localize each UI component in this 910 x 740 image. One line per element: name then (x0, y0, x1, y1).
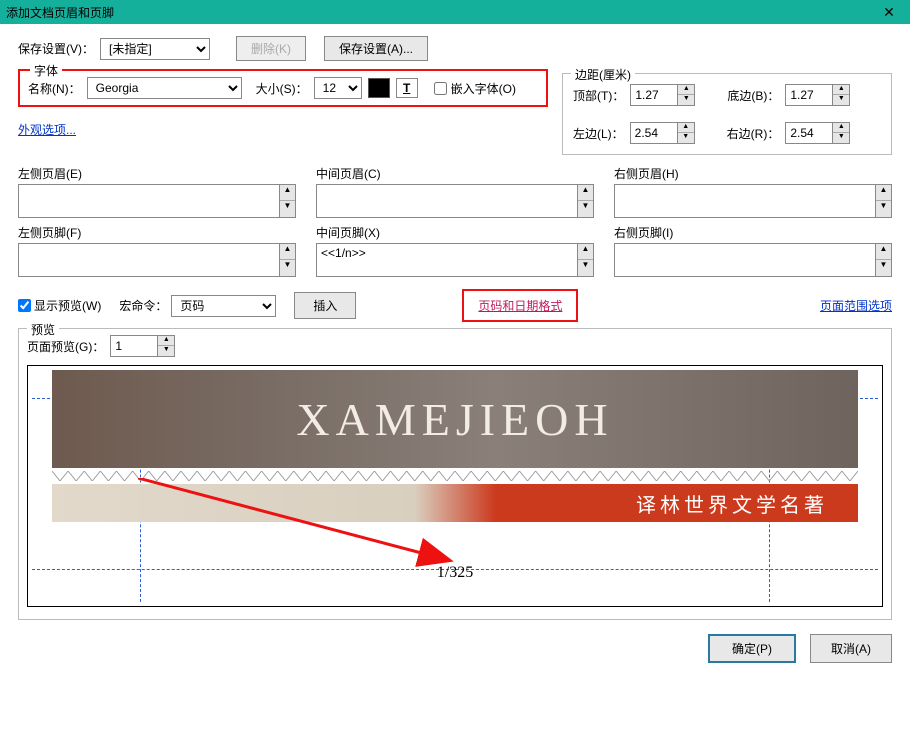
embed-font-checkbox[interactable] (434, 82, 447, 95)
page-date-format-link[interactable]: 页码和日期格式 (478, 299, 562, 313)
margin-left-input[interactable] (630, 122, 678, 144)
margin-bottom-label: 底边(B)： (727, 87, 779, 104)
cancel-button[interactable]: 取消(A) (810, 634, 892, 663)
font-legend: 字体 (30, 62, 62, 79)
macro-select[interactable]: 页码 (171, 295, 276, 317)
left-footer-label: 左侧页脚(F) (18, 224, 296, 241)
preview-page-number: 1/325 (28, 564, 882, 582)
show-preview-label: 显示预览(W) (34, 297, 101, 314)
preview-strip: 译林世界文学名著 (52, 484, 858, 522)
titlebar: 添加文档页眉和页脚 ✕ (0, 0, 910, 24)
margin-right-label: 右边(R)： (727, 125, 780, 142)
spin-up-icon[interactable]: ▲ (678, 123, 694, 133)
margin-legend: 边距(厘米) (571, 66, 635, 83)
scroll-down-icon[interactable]: ▼ (876, 201, 891, 217)
page-range-options-link[interactable]: 页面范围选项 (820, 297, 892, 314)
window-title: 添加文档页眉和页脚 (6, 4, 114, 21)
font-group-highlight: 字体 名称(N)： Georgia 大小(S)： 12 T 嵌入字体(O) (18, 69, 548, 107)
preview-chinese-text: 译林世界文学名著 (636, 489, 828, 518)
font-name-label: 名称(N)： (28, 80, 81, 97)
appearance-options-link[interactable]: 外观选项... (18, 123, 76, 137)
scroll-down-icon[interactable]: ▼ (578, 260, 593, 276)
spin-up-icon[interactable]: ▲ (833, 123, 849, 133)
font-name-select[interactable]: Georgia (87, 77, 242, 99)
macro-label: 宏命令： (119, 297, 167, 314)
page-preview-label: 页面预览(G)： (27, 338, 104, 355)
left-header-label: 左侧页眉(E) (18, 165, 296, 182)
margin-top-input[interactable] (630, 84, 678, 106)
scroll-up-icon[interactable]: ▲ (280, 244, 295, 260)
page-preview-input[interactable] (110, 335, 158, 357)
insert-button[interactable]: 插入 (294, 292, 356, 319)
right-header-input[interactable] (614, 184, 876, 218)
save-settings-select[interactable]: [未指定] (100, 38, 210, 60)
scroll-up-icon[interactable]: ▲ (876, 244, 891, 260)
scroll-up-icon[interactable]: ▲ (578, 244, 593, 260)
page-date-format-highlight: 页码和日期格式 (462, 289, 578, 322)
center-footer-label: 中间页脚(X) (316, 224, 594, 241)
preview-group: 预览 页面预览(G)： ▲▼ XAMEJIEOH 译林世界文学名著 1/325 (18, 328, 892, 620)
scroll-down-icon[interactable]: ▼ (578, 201, 593, 217)
margin-bottom-input[interactable] (785, 84, 833, 106)
scroll-down-icon[interactable]: ▼ (280, 260, 295, 276)
spin-down-icon[interactable]: ▼ (833, 133, 849, 143)
save-settings-button[interactable]: 保存设置(A)... (324, 36, 428, 61)
font-size-label: 大小(S)： (256, 80, 308, 97)
preview-banner-text: XAMEJIEOH (296, 393, 613, 446)
spin-up-icon[interactable]: ▲ (833, 85, 849, 95)
margin-top-label: 顶部(T)： (573, 87, 624, 104)
spin-up-icon[interactable]: ▲ (158, 336, 174, 346)
zigzag-cut-icon (52, 470, 858, 480)
scroll-up-icon[interactable]: ▲ (876, 185, 891, 201)
scroll-up-icon[interactable]: ▲ (578, 185, 593, 201)
save-settings-label: 保存设置(V)： (18, 40, 94, 57)
right-header-label: 右侧页眉(H) (614, 165, 892, 182)
margin-group: 边距(厘米) 顶部(T)： ▲▼ 底边(B)： ▲▼ 左边(L)： ▲▼ (562, 73, 892, 155)
show-preview-checkbox[interactable] (18, 299, 31, 312)
scroll-down-icon[interactable]: ▼ (280, 201, 295, 217)
underline-button[interactable]: T (396, 78, 418, 98)
spin-down-icon[interactable]: ▼ (678, 95, 694, 105)
center-header-input[interactable] (316, 184, 578, 218)
margin-right-input[interactable] (785, 122, 833, 144)
spin-down-icon[interactable]: ▼ (678, 133, 694, 143)
right-footer-input[interactable] (614, 243, 876, 277)
center-header-label: 中间页眉(C) (316, 165, 594, 182)
left-footer-input[interactable] (18, 243, 280, 277)
spin-down-icon[interactable]: ▼ (833, 95, 849, 105)
close-icon[interactable]: ✕ (874, 4, 904, 21)
spin-up-icon[interactable]: ▲ (678, 85, 694, 95)
scroll-down-icon[interactable]: ▼ (876, 260, 891, 276)
font-color-swatch[interactable] (368, 78, 390, 98)
left-header-input[interactable] (18, 184, 280, 218)
delete-button: 删除(K) (236, 36, 306, 61)
right-footer-label: 右侧页脚(I) (614, 224, 892, 241)
preview-legend: 预览 (27, 321, 59, 338)
save-settings-row: 保存设置(V)： [未指定] 删除(K) 保存设置(A)... (18, 36, 892, 61)
font-size-select[interactable]: 12 (314, 77, 362, 99)
center-footer-input[interactable]: <<1/n>> (316, 243, 578, 277)
preview-header-image: XAMEJIEOH (52, 370, 858, 468)
embed-font-label: 嵌入字体(O) (451, 80, 516, 97)
spin-down-icon[interactable]: ▼ (158, 346, 174, 356)
margin-left-label: 左边(L)： (573, 125, 624, 142)
ok-button[interactable]: 确定(P) (708, 634, 796, 663)
preview-canvas: XAMEJIEOH 译林世界文学名著 1/325 (27, 365, 883, 607)
scroll-up-icon[interactable]: ▲ (280, 185, 295, 201)
